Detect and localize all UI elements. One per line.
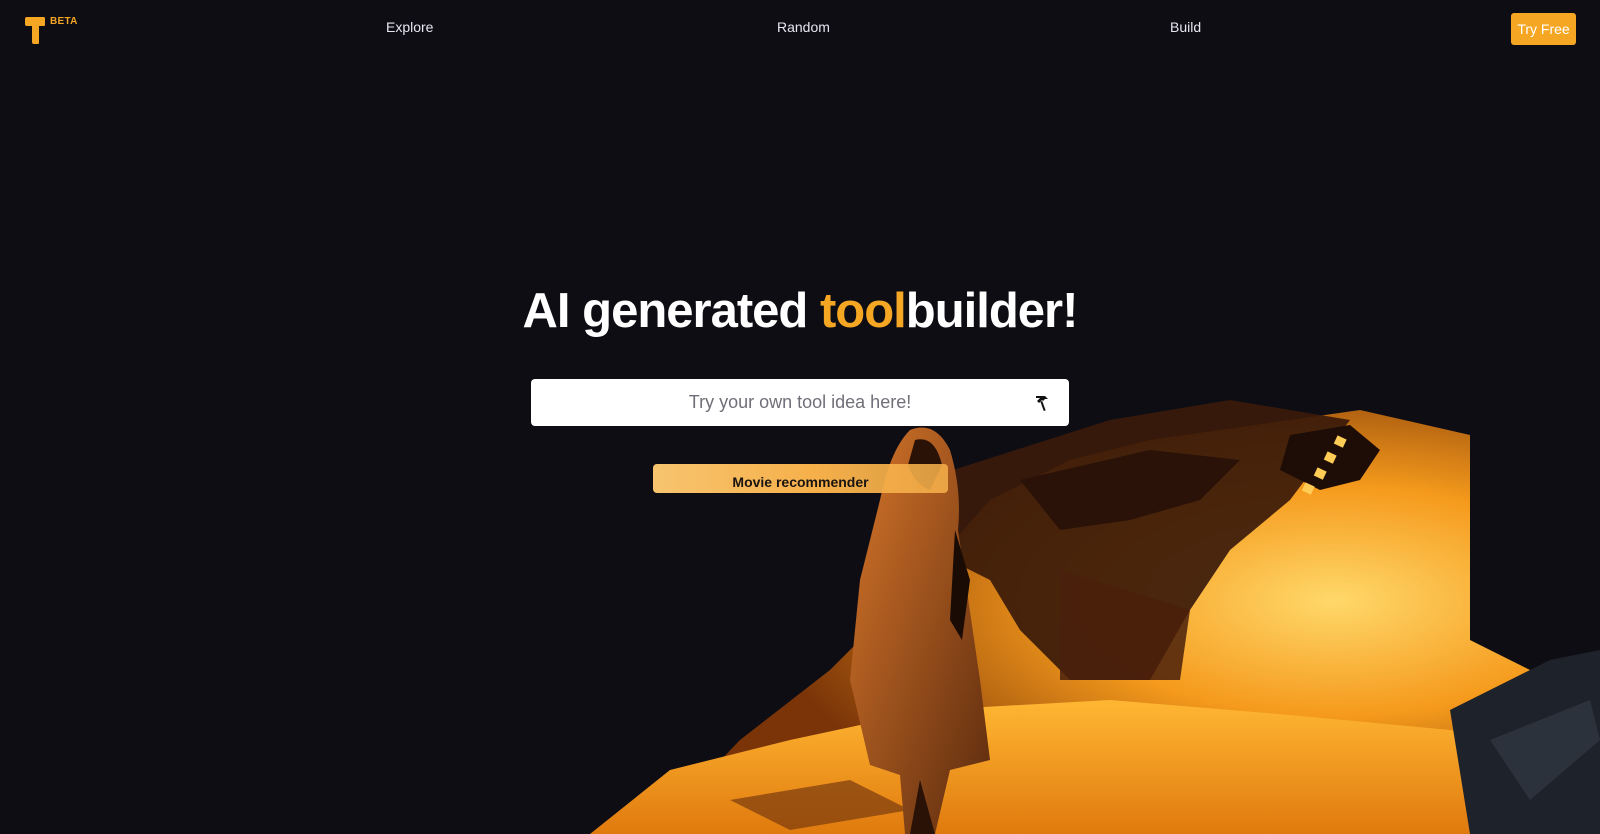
suggestion-movie-recommender[interactable]: Movie recommender bbox=[653, 464, 948, 493]
headline-suffix: builder! bbox=[905, 284, 1079, 338]
nav-random[interactable]: Random bbox=[777, 19, 830, 35]
try-free-button[interactable]: Try Free bbox=[1511, 13, 1576, 45]
beta-badge: BETA bbox=[50, 16, 78, 27]
hero-headline: AI generated toolbuilder! bbox=[0, 283, 1600, 339]
nav-build[interactable]: Build bbox=[1170, 19, 1201, 35]
landing-page: BETA Explore Random Build Try Free AI ge… bbox=[0, 0, 1600, 834]
headline-prefix: AI generated bbox=[522, 284, 820, 338]
hammer-icon bbox=[1036, 396, 1048, 412]
logo-icon bbox=[25, 17, 45, 44]
top-navigation: BETA Explore Random Build Try Free bbox=[0, 0, 1600, 58]
headline-accent: tool bbox=[819, 284, 907, 338]
nav-explore[interactable]: Explore bbox=[386, 19, 433, 35]
logo[interactable]: BETA bbox=[24, 14, 94, 44]
build-submit-button[interactable] bbox=[1021, 391, 1065, 415]
tool-idea-search-box bbox=[531, 379, 1069, 426]
tool-idea-input[interactable] bbox=[531, 379, 1031, 426]
hero-illustration bbox=[590, 400, 1600, 834]
